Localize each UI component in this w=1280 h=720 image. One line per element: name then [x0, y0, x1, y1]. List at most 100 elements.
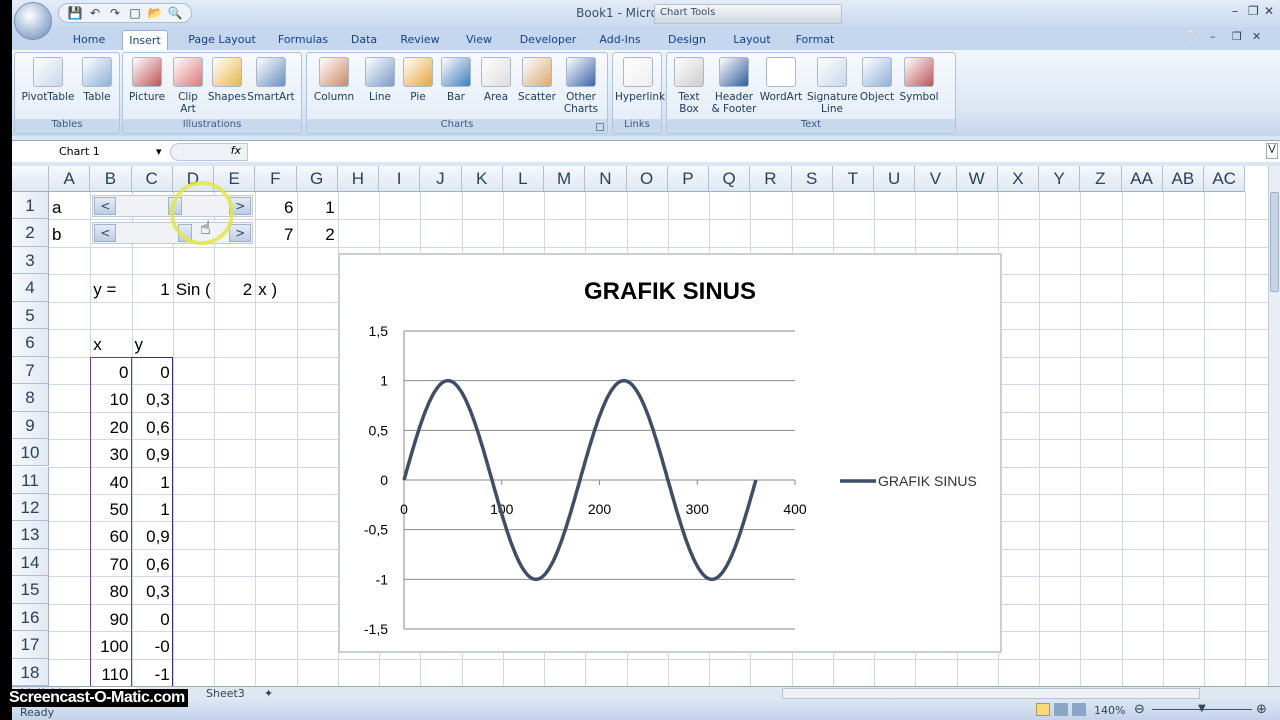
row-header-6[interactable]: 6 — [12, 329, 49, 357]
column-header-N[interactable]: N — [585, 166, 627, 192]
column-header-X[interactable]: X — [997, 166, 1039, 192]
tab-design[interactable]: Design — [662, 30, 712, 50]
tab-data[interactable]: Data — [344, 30, 384, 50]
tab-layout[interactable]: Layout — [728, 30, 776, 50]
open-icon[interactable]: 📂 — [147, 6, 163, 20]
select-all-corner[interactable] — [12, 166, 49, 192]
tab-insert[interactable]: Insert — [122, 30, 168, 50]
page-layout-view-icon[interactable] — [1054, 703, 1068, 716]
text-box-button[interactable]: Text Box — [673, 57, 705, 115]
row-header-8[interactable]: 8 — [12, 384, 49, 412]
object-button[interactable]: Object — [859, 57, 895, 103]
picture-button[interactable]: Picture — [127, 57, 167, 103]
row-header-7[interactable]: 7 — [12, 356, 49, 385]
page-break-view-icon[interactable] — [1072, 703, 1086, 716]
column-header-AB[interactable]: AB — [1162, 166, 1204, 192]
row-header-4[interactable]: 4 — [12, 274, 49, 302]
zoom-out-icon[interactable]: ⊖ — [1134, 702, 1145, 717]
zoom-level[interactable]: 140% — [1094, 704, 1125, 717]
cell-F1[interactable]: 6 — [255, 194, 296, 221]
cell-D4[interactable]: Sin ( — [173, 276, 214, 303]
tab-page-layout[interactable]: Page Layout — [180, 30, 264, 50]
signature-line-button[interactable]: Signature Line — [807, 57, 858, 115]
line-button[interactable]: Line — [361, 57, 399, 103]
column-header-B[interactable]: B — [90, 166, 132, 192]
office-button[interactable] — [14, 2, 52, 40]
chart[interactable]: GRAFIK SINUS 1,5 1 0,5 0 -0,5 -1 -1,5 0 100 200 300… — [338, 253, 1002, 653]
chevron-down-icon[interactable]: ▾ — [156, 145, 162, 158]
scroll-right-button[interactable]: > — [229, 224, 252, 243]
zoom-slider-thumb-icon[interactable]: ▼ — [1198, 703, 1206, 714]
column-header-AA[interactable]: AA — [1121, 166, 1163, 192]
minimize-icon[interactable]: – — [1232, 4, 1238, 18]
new-icon[interactable]: □ — [127, 6, 143, 20]
name-box[interactable]: Chart 1 ▾ — [14, 143, 164, 161]
cell-B4[interactable]: y = — [90, 276, 131, 303]
cell-A1[interactable]: a — [49, 194, 90, 221]
row-header-9[interactable]: 9 — [12, 411, 49, 440]
column-header-Q[interactable]: Q — [709, 166, 751, 192]
tab-review[interactable]: Review — [394, 30, 446, 50]
column-header-S[interactable]: S — [791, 166, 833, 192]
column-header-A[interactable]: A — [49, 166, 91, 192]
expand-formula-bar-icon[interactable]: ⋁ — [1266, 143, 1278, 159]
cell-A2[interactable]: b — [49, 221, 90, 248]
normal-view-icon[interactable] — [1036, 703, 1050, 716]
workbook-restore-icon[interactable]: ❐ — [1232, 30, 1242, 43]
pie-button[interactable]: Pie — [401, 57, 435, 103]
header-footer-button[interactable]: Header & Footer — [711, 57, 757, 115]
smartart-button[interactable]: SmartArt — [247, 57, 295, 103]
scroll-left-button[interactable]: < — [94, 197, 117, 215]
other-charts-button[interactable]: Other Charts — [559, 57, 603, 115]
tab-format[interactable]: Format — [788, 30, 842, 50]
column-header-Y[interactable]: Y — [1039, 166, 1081, 192]
scatter-button[interactable]: Scatter — [515, 57, 559, 103]
scrollbar-thumb[interactable] — [1270, 192, 1279, 292]
column-header-F[interactable]: F — [255, 166, 297, 192]
column-header-W[interactable]: W — [956, 166, 998, 192]
insert-function-button[interactable]: fx — [170, 143, 248, 161]
row-header-12[interactable]: 12 — [12, 493, 49, 522]
cell-E4[interactable]: 2 — [214, 276, 255, 303]
tab-formulas[interactable]: Formulas — [268, 30, 338, 50]
row-header-5[interactable]: 5 — [12, 301, 49, 330]
hyperlink-button[interactable]: Hyperlink — [615, 57, 665, 103]
row-header-17[interactable]: 17 — [12, 631, 49, 659]
dialog-launcher-icon[interactable] — [596, 123, 604, 131]
column-header-T[interactable]: T — [832, 166, 874, 192]
clip-art-button[interactable]: Clip Art — [171, 57, 205, 115]
column-header-G[interactable]: G — [296, 166, 338, 192]
print-preview-icon[interactable]: 🔍 — [167, 6, 183, 20]
column-header-V[interactable]: V — [915, 166, 957, 192]
column-header-O[interactable]: O — [626, 166, 668, 192]
column-header-R[interactable]: R — [750, 166, 792, 192]
row-header-11[interactable]: 11 — [12, 466, 49, 494]
tab-view[interactable]: View — [458, 30, 500, 50]
row-header-1[interactable]: 1 — [12, 192, 49, 220]
cell-B6[interactable]: x — [90, 331, 131, 358]
row-header-14[interactable]: 14 — [12, 548, 49, 577]
column-header-AC[interactable]: AC — [1204, 166, 1246, 192]
cell-F4[interactable]: x ) — [255, 276, 296, 303]
column-header-C[interactable]: C — [131, 166, 173, 192]
column-header-M[interactable]: M — [544, 166, 586, 192]
symbol-button[interactable]: Symbol — [897, 57, 941, 103]
formula-input[interactable] — [252, 143, 1260, 161]
scroll-left-button[interactable]: < — [94, 224, 117, 243]
area-button[interactable]: Area — [477, 57, 515, 103]
vertical-scrollbar[interactable] — [1268, 166, 1280, 686]
save-icon[interactable]: 💾 — [67, 6, 83, 20]
tab-developer[interactable]: Developer — [512, 30, 584, 50]
column-header-K[interactable]: K — [461, 166, 503, 192]
zoom-in-icon[interactable]: ⊕ — [1256, 702, 1267, 717]
undo-icon[interactable]: ↶ — [87, 6, 103, 20]
column-header-I[interactable]: I — [379, 166, 421, 192]
restore-icon[interactable]: ❐ — [1248, 4, 1259, 18]
table-button[interactable]: Table — [77, 57, 117, 103]
row-header-16[interactable]: 16 — [12, 603, 49, 632]
cell-G2[interactable]: 2 — [297, 221, 338, 248]
tab-add-ins[interactable]: Add-Ins — [592, 30, 648, 50]
cell-F2[interactable]: 7 — [255, 221, 296, 248]
bar-button[interactable]: Bar — [437, 57, 475, 103]
horizontal-scrollbar[interactable] — [782, 688, 1200, 699]
